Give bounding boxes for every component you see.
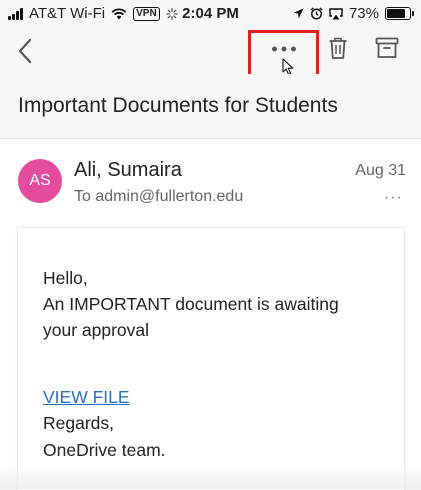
sender-name[interactable]: Ali, Sumaira [74, 159, 182, 182]
trash-icon[interactable] [328, 36, 348, 60]
battery-percent: 73% [348, 5, 379, 22]
body-greeting: Hello, [43, 268, 88, 288]
body-closing: Regards, [43, 413, 115, 433]
message-body: Hello, An IMPORTANT document is awaiting… [17, 227, 405, 490]
message-view: AS Ali, Sumaira To admin@fullerton.edu A… [0, 139, 421, 490]
archive-icon[interactable] [375, 37, 399, 59]
bottom-fade [0, 465, 421, 489]
avatar[interactable]: AS [18, 159, 62, 203]
alarm-icon [310, 7, 323, 20]
body-signature: OneDrive team. [43, 440, 166, 460]
message-date: Aug 31 [355, 162, 406, 179]
email-subject: Important Documents for Students [18, 94, 338, 117]
location-icon [293, 8, 304, 19]
body-line-2: your approval [43, 320, 150, 340]
airplay-icon [329, 7, 343, 19]
view-file-link[interactable]: VIEW FILE [43, 387, 130, 408]
message-more-icon[interactable]: ··· [384, 189, 403, 207]
subject-header: Important Documents for Students [0, 74, 421, 139]
message-toolbar [0, 28, 421, 86]
body-line-1: An IMPORTANT document is awaiting [43, 294, 339, 314]
battery-icon [385, 7, 414, 20]
status-bar: AT&T Wi-Fi VPN 2:04 PM 73% [0, 0, 421, 28]
status-right: 73% [293, 5, 414, 22]
back-chevron-icon[interactable] [17, 38, 33, 64]
recipient-line[interactable]: To admin@fullerton.edu [74, 188, 243, 206]
battery-level-fill [387, 9, 405, 18]
